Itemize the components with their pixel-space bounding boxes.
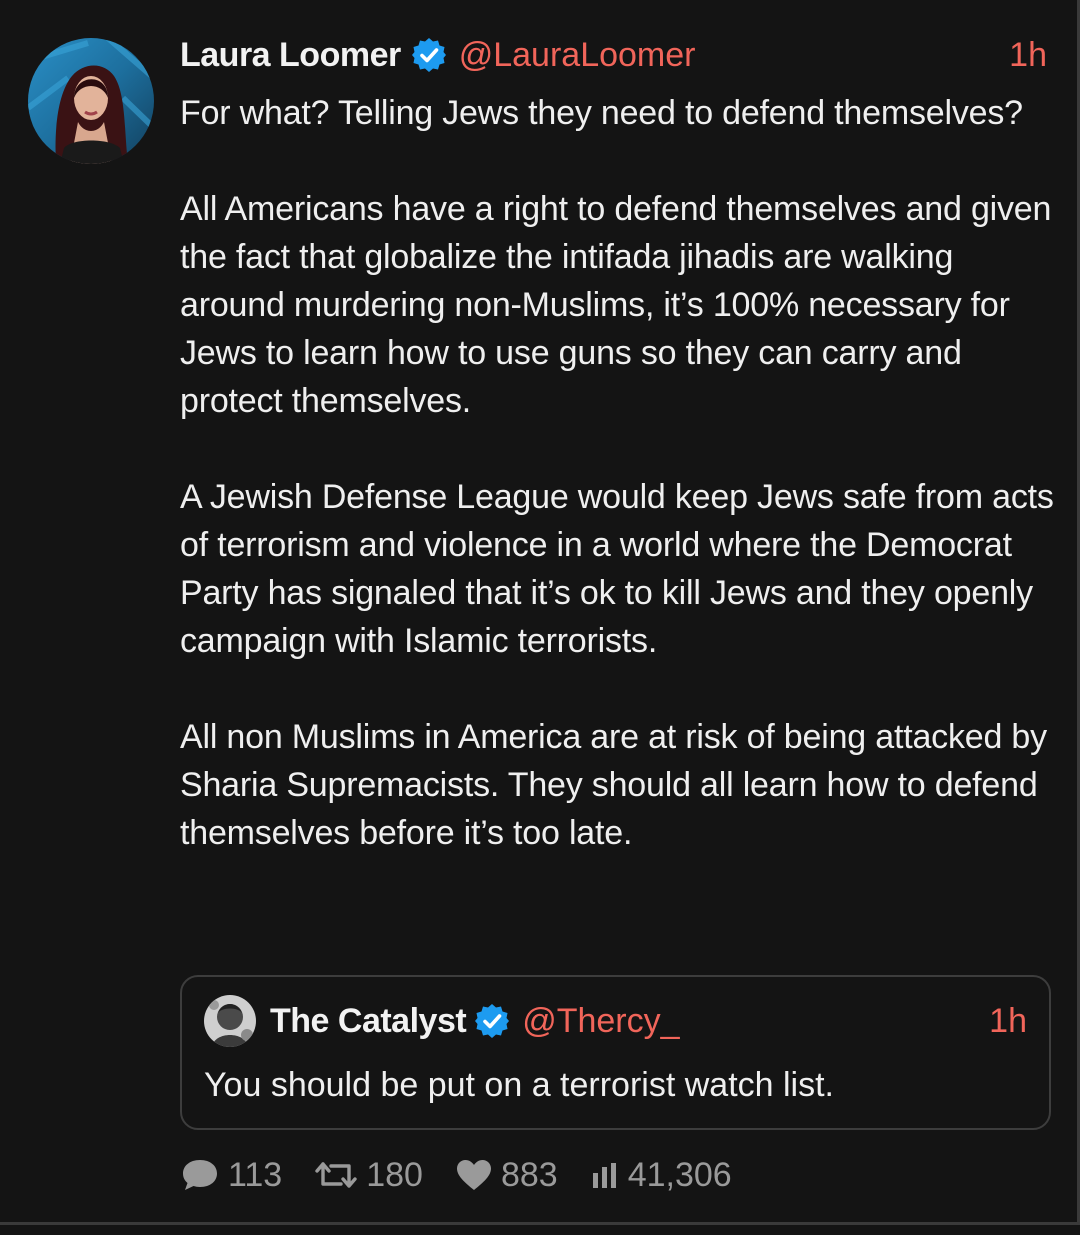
tweet-paragraph: A Jewish Defense League would keep Jews … [180, 478, 1054, 660]
tweet-paragraph: All Americans have a right to defend the… [180, 190, 1052, 420]
verified-badge-icon [411, 37, 447, 73]
retweet-button[interactable]: 180 [314, 1156, 423, 1195]
tweet-timestamp[interactable]: 1h [1009, 30, 1047, 80]
quoted-author-handle[interactable]: @Thercy_ [522, 1002, 679, 1041]
quoted-text: You should be put on a terrorist watch l… [204, 1066, 834, 1104]
verified-badge-icon [474, 1003, 510, 1039]
author-avatar[interactable] [28, 38, 154, 164]
tweet-paragraph: For what? Telling Jews they need to defe… [180, 94, 1023, 132]
quoted-timestamp[interactable]: 1h [989, 995, 1027, 1047]
author-handle[interactable]: @LauraLoomer [459, 36, 696, 75]
quoted-author-avatar[interactable] [204, 995, 256, 1047]
heart-icon [456, 1160, 491, 1190]
tweet-card: Laura Loomer @LauraLoomer 1h For what? T… [0, 0, 1080, 1225]
views-button[interactable]: 41,306 [590, 1156, 732, 1195]
tweet-body: For what? Telling Jews they need to defe… [180, 89, 1060, 857]
retweet-count: 180 [366, 1155, 423, 1194]
tweet-paragraph: All non Muslims in America are at risk o… [180, 718, 1047, 852]
quoted-tweet[interactable]: The Catalyst @Thercy_ 1h You should be p… [180, 975, 1051, 1130]
retweet-icon [315, 1162, 357, 1188]
author-name[interactable]: Laura Loomer [180, 36, 401, 75]
tweet-header: Laura Loomer @LauraLoomer [180, 30, 695, 80]
engagement-bar: 113 180 883 41,306 [180, 1152, 764, 1198]
like-button[interactable]: 883 [455, 1156, 558, 1195]
like-count: 883 [500, 1155, 558, 1194]
quoted-author-name[interactable]: The Catalyst [270, 1002, 467, 1041]
bar-chart-icon [592, 1163, 616, 1188]
reply-count: 113 [228, 1155, 283, 1194]
views-count: 41,306 [627, 1155, 732, 1194]
speech-bubble-icon [183, 1160, 217, 1190]
reply-button[interactable]: 113 [180, 1156, 282, 1195]
quoted-header: The Catalyst @Thercy_ [270, 995, 680, 1047]
